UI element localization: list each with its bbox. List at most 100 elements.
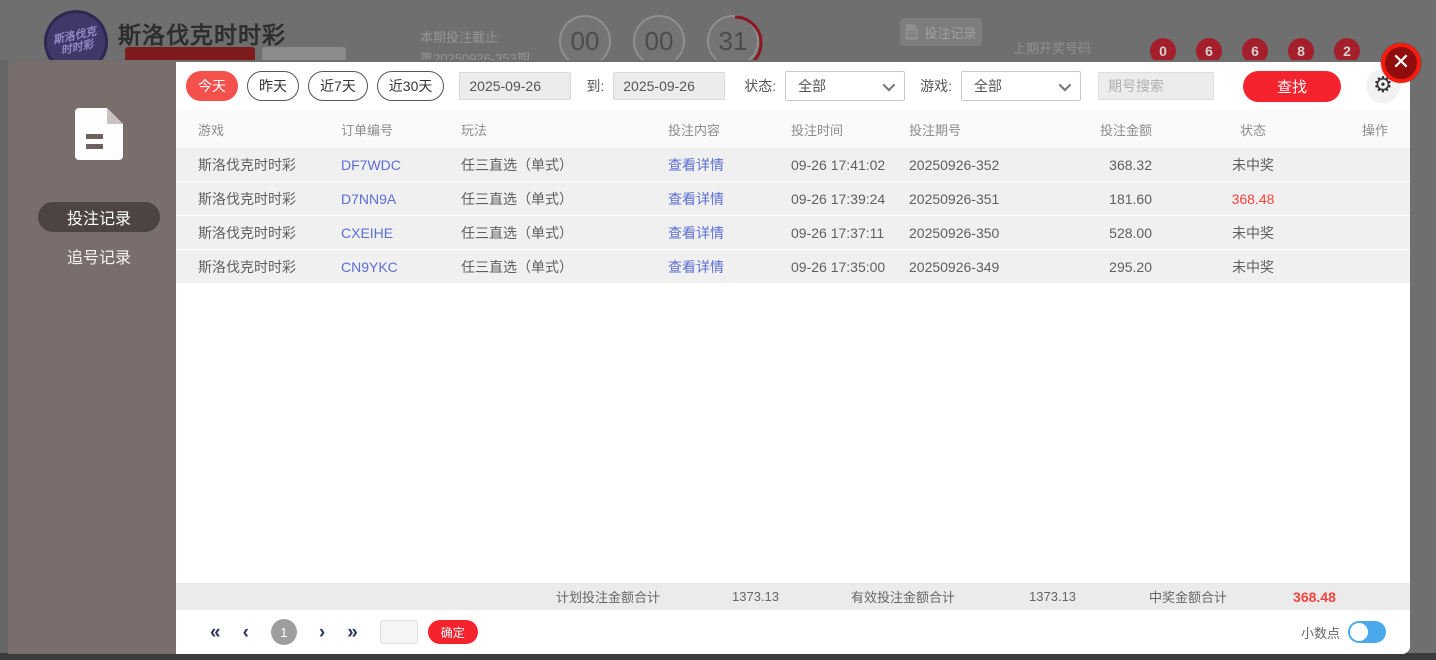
cell-order-id-link[interactable]: D7NN9A [341, 191, 461, 207]
chevron-down-icon [882, 78, 896, 91]
date-from-input[interactable] [459, 72, 572, 100]
cell-period: 20250926-349 [909, 258, 1000, 275]
cell-period: 20250926-350 [909, 224, 1000, 241]
bet-records-table: 游戏 订单编号 玩法 投注内容 投注时间 投注期号 投注金额 状态 操作 斯洛伐… [176, 110, 1410, 583]
cell-amount: 528.00 [1109, 224, 1152, 241]
lottery-logo: 斯洛伐克 时时彩 [38, 4, 114, 60]
draw-ball: 6 [1242, 38, 1268, 60]
pagination-bar: « ‹ 1 › » 确定 小数点 [176, 610, 1410, 654]
cell-time: 09-26 17:39:24 [791, 190, 886, 207]
play-tab-grey[interactable] [262, 47, 346, 60]
col-content: 投注内容 [668, 122, 721, 138]
cell-game: 斯洛伐克时时彩 [198, 156, 296, 173]
first-page-button[interactable]: « [210, 623, 221, 642]
filter-bar: 今天 昨天 近7天 近30天 到: 状态: 全部 游戏: 全部 查找 ⚙ [176, 62, 1410, 110]
play-tab-red[interactable] [125, 47, 255, 60]
close-icon: ✕ [1391, 49, 1411, 74]
cell-view-details-link[interactable]: 查看详情 [668, 189, 791, 209]
current-period-label: 第20250926-353期 [420, 51, 530, 60]
table-row: 斯洛伐克时时彩 D7NN9A 任三直选（单式） 查看详情 09-26 17:39… [176, 182, 1410, 216]
cell-time: 09-26 17:41:02 [791, 156, 886, 173]
col-action: 操作 [1361, 122, 1388, 138]
sidebar-item-bet-records[interactable]: 投注记录 [38, 202, 160, 232]
next-page-button[interactable]: › [319, 623, 325, 642]
cell-amount: 368.32 [1109, 156, 1152, 173]
date-to-input[interactable] [613, 72, 726, 100]
current-page-button[interactable]: 1 [270, 619, 297, 645]
date-to-label: 到: [586, 78, 605, 94]
cell-play: 任三直选（单式） [461, 190, 573, 207]
plan-total-label: 计划投注金额合计 [556, 590, 661, 605]
document-icon [75, 108, 123, 160]
cell-status-win-amount: 368.48 [1231, 190, 1275, 207]
decimal-toggle-label: 小数点 [1300, 625, 1340, 641]
confirm-page-button[interactable]: 确定 [427, 620, 478, 644]
document-icon [905, 24, 919, 40]
table-empty-area [176, 284, 1410, 583]
page-title: 斯洛伐克时时彩 [118, 22, 286, 48]
cell-time: 09-26 17:35:00 [791, 258, 886, 275]
cell-play: 任三直选（单式） [461, 258, 573, 275]
cell-game: 斯洛伐克时时彩 [198, 258, 296, 275]
cell-view-details-link[interactable]: 查看详情 [668, 257, 791, 277]
cell-view-details-link[interactable]: 查看详情 [668, 223, 791, 243]
chevron-down-icon [1058, 78, 1072, 91]
countdown-progress-arc [707, 15, 763, 60]
sidebar-item-chase-records[interactable]: 追号记录 [38, 241, 160, 271]
cell-play: 任三直选（单式） [461, 156, 573, 173]
cell-time: 09-26 17:37:11 [791, 224, 885, 241]
range-30days-button[interactable]: 近30天 [376, 71, 445, 101]
plan-total-value: 1373.13 [732, 589, 780, 604]
col-period: 投注期号 [909, 122, 962, 138]
countdown-hours: 00 [559, 15, 611, 60]
draw-ball: 2 [1334, 38, 1360, 60]
col-amount: 投注金额 [1099, 122, 1152, 138]
summary-bar: 计划投注金额合计 1373.13 有效投注金额合计 1373.13 中奖金额合计… [176, 583, 1410, 610]
table-row: 斯洛伐克时时彩 CN9YKC 任三直选（单式） 查看详情 09-26 17:35… [176, 250, 1410, 284]
backdrop-bottom-strip [0, 653, 1436, 660]
game-label: 游戏: [920, 78, 953, 94]
col-play: 玩法 [461, 122, 488, 138]
close-modal-button[interactable]: ✕ [1381, 43, 1421, 83]
countdown: 00 00 31 [559, 15, 763, 60]
bet-record-button[interactable]: 投注记录 [900, 18, 982, 46]
col-status: 状态 [1239, 122, 1266, 138]
range-today-button[interactable]: 今天 [186, 71, 238, 101]
cell-order-id-link[interactable]: CN9YKC [341, 259, 461, 275]
backdrop-left-strip [0, 60, 8, 654]
cell-game: 斯洛伐克时时彩 [198, 224, 296, 241]
prev-page-button[interactable]: ‹ [243, 623, 249, 642]
countdown-minutes: 00 [633, 15, 685, 60]
col-game: 游戏 [198, 122, 225, 138]
cell-amount: 181.60 [1109, 190, 1152, 207]
draw-ball: 6 [1196, 38, 1222, 60]
page-header-dimmed: 斯洛伐克 时时彩 斯洛伐克时时彩 本期投注截止 第20250926-353期 00… [0, 0, 1436, 60]
table-header-row: 游戏 订单编号 玩法 投注内容 投注时间 投注期号 投注金额 状态 操作 [176, 110, 1410, 148]
table-row: 斯洛伐克时时彩 DF7WDC 任三直选（单式） 查看详情 09-26 17:41… [176, 148, 1410, 182]
status-select[interactable]: 全部 [785, 71, 906, 101]
col-order-id: 订单编号 [341, 122, 394, 138]
period-search-input[interactable] [1098, 72, 1215, 100]
last-draw-label: 上期开奖号码 [1013, 41, 1092, 56]
bet-records-modal: 今天 昨天 近7天 近30天 到: 状态: 全部 游戏: 全部 查找 ⚙ 游戏 … [176, 62, 1410, 654]
range-yesterday-button[interactable]: 昨天 [247, 71, 299, 101]
decimal-toggle[interactable] [1348, 621, 1386, 643]
win-total-label: 中奖金额合计 [1149, 590, 1228, 605]
cell-status: 未中奖 [1232, 224, 1274, 241]
table-row: 斯洛伐克时时彩 CXEIHE 任三直选（单式） 查看详情 09-26 17:37… [176, 216, 1410, 250]
cell-amount: 295.20 [1109, 258, 1152, 275]
cell-order-id-link[interactable]: CXEIHE [341, 225, 461, 241]
range-7days-button[interactable]: 近7天 [308, 71, 368, 101]
cell-view-details-link[interactable]: 查看详情 [668, 155, 791, 175]
col-time: 投注时间 [791, 122, 844, 138]
toggle-knob [1350, 623, 1368, 641]
valid-total-value: 1373.13 [1029, 589, 1077, 604]
cell-order-id-link[interactable]: DF7WDC [341, 157, 461, 173]
draw-ball: 8 [1288, 38, 1314, 60]
page-number-input[interactable] [379, 620, 418, 644]
search-button[interactable]: 查找 [1243, 70, 1342, 102]
last-page-button[interactable]: » [347, 623, 358, 642]
status-label: 状态: [744, 78, 777, 94]
cell-period: 20250926-351 [909, 190, 1000, 207]
game-select[interactable]: 全部 [961, 71, 1082, 101]
